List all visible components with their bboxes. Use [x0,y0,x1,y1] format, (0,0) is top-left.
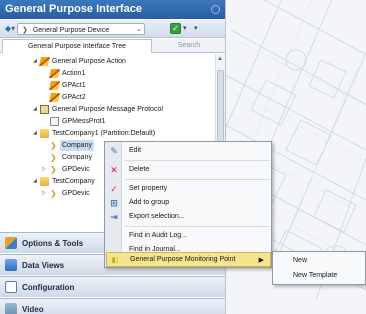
menu-item-label: Edit [129,147,142,154]
menu-separator [125,179,270,180]
tree-item-label: General Purpose Message Protocol [52,106,163,113]
tab-search[interactable]: Search [156,39,222,53]
submenu-arrow-icon: ▶ [258,257,264,264]
export-icon: ⇥ [110,212,118,222]
expand-icon[interactable]: ◢ [33,128,39,139]
tree-item-label: Company [60,140,94,151]
panel-title-text: General Purpose Interface [5,3,142,15]
nav-video[interactable]: Video [0,298,225,314]
tree-item-label: GPAct1 [62,82,86,89]
monitoring-point-icon: ◧ [111,257,119,264]
company-icon: ❯ [50,141,57,150]
tree-item-label: General Purpose Action [52,58,126,65]
menu-separator [125,160,270,161]
menu-item-export-selection[interactable]: ⇥ Export selection... [106,209,271,224]
folder-icon [40,177,49,186]
collapse-icon[interactable]: ▷ [42,164,48,175]
tree-item-label: GPDevic [62,190,90,197]
add-to-group-icon: ⊞ [110,198,118,208]
delete-icon: ✕ [110,165,118,175]
tree-item-label: GPDevic [62,166,90,173]
more-options-icon[interactable]: ▾ [194,24,198,32]
tree-item-label: TestCompany [52,178,95,185]
menu-item-delete[interactable]: ✕ Delete [106,162,271,177]
company-icon: ❯ [50,153,57,162]
panel-title: General Purpose Interface [0,0,225,19]
data-views-icon [5,259,17,271]
nav-configuration[interactable]: Configuration [0,276,225,297]
menu-item-monitoring-point[interactable]: ◧ General Purpose Monitoring Point ▶ [106,252,271,267]
menu-item-find-audit-log[interactable]: Find in Audit Log... [106,228,271,243]
configuration-icon [5,281,17,293]
menu-item-add-to-group[interactable]: ⊞ Add to group [106,195,271,210]
video-icon [5,303,17,314]
submenu-item-new-template[interactable]: New Template [293,272,337,279]
protocol-icon [50,117,59,126]
monitoring-point-submenu: New New Template [272,251,366,285]
protocol-folder-icon [40,105,49,114]
tab-interface-tree[interactable]: General Purpose Interface Tree [2,39,152,53]
set-property-icon: ✓ [110,184,118,194]
tree-item-label: Company [62,154,92,161]
tree-item-label: GPMessProt1 [62,118,106,125]
chevron-down-icon: ⌄ [136,26,142,33]
confirm-button[interactable]: ✓ [170,23,181,34]
nav-label: Video [22,305,44,314]
expand-icon[interactable]: ◢ [33,104,39,115]
menu-item-label: General Purpose Monitoring Point [130,256,236,263]
scroll-up-icon[interactable]: ▲ [217,56,223,62]
menu-item-label: Find in Audit Log... [129,232,187,239]
back-arrow-icon[interactable]: ◆▾ [5,24,15,33]
menu-item-label: Add to group [129,199,170,206]
interface-select[interactable]: ❯ General Purpose Device ⌄ [17,23,145,35]
device-icon: ❯ [22,27,28,34]
panel-tabs: General Purpose Interface Tree Search [0,39,225,53]
action-icon [49,81,60,90]
menu-item-label: Set property [129,185,168,192]
menu-item-label: Export selection... [129,213,185,220]
edit-icon: ✎ [110,146,118,156]
pin-icon[interactable] [211,5,220,14]
action-icon [49,69,60,78]
toolbar: ◆▾ ❯ General Purpose Device ⌄ ✓ ▾ ▾ [0,20,225,38]
submenu-item-new[interactable]: New [293,257,307,264]
tools-icon [5,237,17,249]
nav-label: Configuration [22,283,75,292]
folder-action-icon [39,57,50,66]
menu-separator [125,226,270,227]
expand-icon[interactable]: ◢ [33,176,39,187]
action-icon [49,93,60,102]
context-menu: ✎ Edit ✕ Delete ✓ Set property ⊞ Add to … [104,141,272,268]
tree-item-label: Action1 [62,70,86,77]
company-icon: ❯ [50,165,57,174]
interface-select-value: General Purpose Device [32,27,110,34]
menu-item-edit[interactable]: ✎ Edit [106,143,271,158]
menu-item-set-property[interactable]: ✓ Set property [106,181,271,196]
company-icon: ❯ [50,189,57,198]
tree-item-label: GPAct2 [62,94,86,101]
menu-item-label: Delete [129,166,150,173]
tree-item-label: TestCompany1 (Partition:Default) [52,130,156,137]
confirm-dropdown-icon[interactable]: ▾ [183,24,187,32]
nav-label: Data Views [22,261,65,270]
folder-icon [40,129,49,138]
nav-label: Options & Tools [22,239,84,248]
collapse-icon[interactable]: ▷ [42,188,48,199]
